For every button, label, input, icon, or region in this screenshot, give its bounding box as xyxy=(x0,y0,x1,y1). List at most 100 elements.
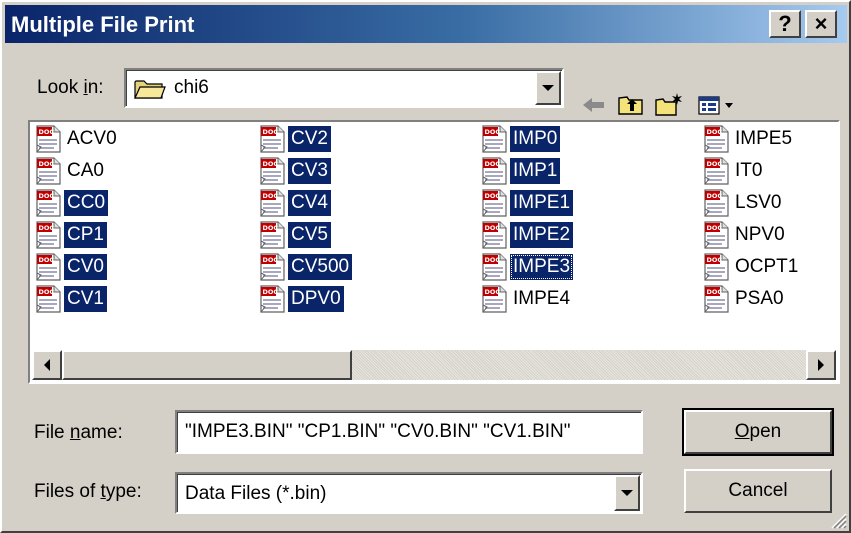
svg-text:DOC: DOC xyxy=(707,224,723,232)
file-type-select[interactable]: Data Files (*.bin) xyxy=(175,472,643,514)
look-in-label-pre: Look xyxy=(37,77,84,98)
doc-file-icon: DOC xyxy=(260,285,285,313)
file-name-value: "IMPE3.BIN" "CP1.BIN" "CV0.BIN" "CV1.BIN… xyxy=(185,421,571,442)
file-item[interactable]: DOC NPV0 xyxy=(702,220,788,250)
svg-text:DOC: DOC xyxy=(707,256,723,264)
back-arrow-icon[interactable] xyxy=(579,90,609,120)
file-item[interactable]: DOC IMPE3 xyxy=(480,252,574,282)
window-title: Multiple File Print xyxy=(11,12,195,37)
file-list[interactable]: DOC ACV0 DOC CA0 DOC CC0 DOC CP1 DOC CV0 DOC CV1 DOC… xyxy=(28,120,840,384)
help-button[interactable]: ? xyxy=(769,10,801,38)
file-item[interactable]: DOC CC0 xyxy=(34,188,109,218)
file-name-label-post: ame: xyxy=(80,422,123,443)
file-item[interactable]: DOC IMPE5 xyxy=(702,124,795,154)
file-name-input[interactable]: "IMPE3.BIN" "CP1.BIN" "CV0.BIN" "CV1.BIN… xyxy=(175,410,643,454)
file-item[interactable]: DOC CV2 xyxy=(258,124,331,154)
svg-text:DOC: DOC xyxy=(707,128,723,136)
close-icon: × xyxy=(814,11,828,36)
doc-file-icon: DOC xyxy=(704,189,729,217)
file-item-label: IMPE1 xyxy=(510,189,574,217)
arrow-right-icon xyxy=(818,359,824,371)
file-item-label: ACV0 xyxy=(67,127,117,149)
file-type-value: Data Files (*.bin) xyxy=(185,483,327,504)
file-item-label: CV3 xyxy=(288,157,331,185)
look-in-folder-name: chi6 xyxy=(174,77,209,98)
doc-file-icon: DOC xyxy=(36,253,61,281)
title-bar[interactable]: Multiple File Print ? × xyxy=(5,5,847,43)
file-item[interactable]: DOC ACV0 xyxy=(34,124,120,154)
doc-file-icon: DOC xyxy=(704,253,729,281)
file-item-label: CV500 xyxy=(288,253,353,281)
look-in-combo[interactable]: chi6 xyxy=(124,68,564,108)
svg-text:DOC: DOC xyxy=(485,160,501,168)
arrow-left-icon xyxy=(44,359,50,371)
svg-text:DOC: DOC xyxy=(39,160,55,168)
doc-file-icon: DOC xyxy=(704,221,729,249)
file-item[interactable]: DOC CV4 xyxy=(258,188,331,218)
file-item-label: CV4 xyxy=(288,189,331,217)
file-name-label-access: n xyxy=(69,422,81,443)
open-button-access: O xyxy=(734,421,750,442)
svg-text:DOC: DOC xyxy=(39,192,55,200)
doc-file-icon: DOC xyxy=(482,125,507,153)
folder-icon xyxy=(134,80,166,99)
doc-file-icon: DOC xyxy=(36,125,61,153)
file-item[interactable]: DOC IMP1 xyxy=(480,156,561,186)
file-item-label: IT0 xyxy=(735,159,763,181)
file-item-label: CP1 xyxy=(64,221,107,249)
file-item[interactable]: DOC CA0 xyxy=(34,156,107,186)
file-item[interactable]: DOC IMPE1 xyxy=(480,188,574,218)
doc-file-icon: DOC xyxy=(482,189,507,217)
doc-file-icon: DOC xyxy=(482,157,507,185)
svg-text:DOC: DOC xyxy=(39,128,55,136)
look-in-dropdown-button[interactable] xyxy=(535,71,561,105)
svg-text:DOC: DOC xyxy=(485,224,501,232)
multiple-file-print-dialog: Multiple File Print ? × Look in: chi6 DO… xyxy=(0,0,851,533)
file-item[interactable]: DOC CV5 xyxy=(258,220,331,250)
open-button-label: pen xyxy=(749,421,782,442)
svg-text:DOC: DOC xyxy=(707,192,723,200)
file-item[interactable]: DOC CV3 xyxy=(258,156,331,186)
file-type-label-post: ype: xyxy=(105,481,142,502)
file-item[interactable]: DOC CV500 xyxy=(258,252,353,282)
open-button[interactable]: Open xyxy=(682,408,834,456)
view-menu-icon[interactable] xyxy=(697,90,737,120)
doc-file-icon: DOC xyxy=(704,285,729,313)
file-item[interactable]: DOC DPV0 xyxy=(258,284,344,314)
up-folder-icon[interactable] xyxy=(616,90,646,120)
resize-grip-icon[interactable] xyxy=(829,511,847,529)
doc-file-icon: DOC xyxy=(260,253,285,281)
file-item-label: IMPE4 xyxy=(513,287,571,309)
file-item-label: IMPE2 xyxy=(510,221,574,249)
new-folder-icon[interactable] xyxy=(654,90,684,120)
file-type-dropdown-button[interactable] xyxy=(614,475,640,511)
file-item[interactable]: DOC OCPT1 xyxy=(702,252,801,282)
doc-file-icon: DOC xyxy=(36,157,61,185)
file-item-label: PSA0 xyxy=(735,287,784,309)
scroll-right-button[interactable] xyxy=(806,350,836,380)
scroll-left-button[interactable] xyxy=(32,350,62,380)
file-item[interactable]: DOC LSV0 xyxy=(702,188,784,218)
file-item[interactable]: DOC IMPE4 xyxy=(480,284,573,314)
close-button[interactable]: × xyxy=(805,10,837,38)
cancel-button[interactable]: Cancel xyxy=(684,469,832,513)
scroll-thumb[interactable] xyxy=(62,350,352,380)
file-item[interactable]: DOC PSA0 xyxy=(702,284,787,314)
doc-file-icon: DOC xyxy=(260,221,285,249)
file-item[interactable]: DOC CV0 xyxy=(34,252,107,282)
file-item[interactable]: DOC CP1 xyxy=(34,220,107,250)
file-item[interactable]: DOC IT0 xyxy=(702,156,765,186)
file-type-label-pre: Files of xyxy=(34,481,101,502)
look-in-label-post: n: xyxy=(87,77,104,98)
file-type-label: Files of type: xyxy=(34,481,142,503)
svg-text:DOC: DOC xyxy=(485,256,501,264)
file-item[interactable]: DOC CV1 xyxy=(34,284,107,314)
file-item-label: CV5 xyxy=(288,221,331,249)
file-item-label: CV2 xyxy=(288,125,331,153)
svg-text:DOC: DOC xyxy=(263,160,279,168)
file-item-label: CC0 xyxy=(64,189,109,217)
file-item[interactable]: DOC IMP0 xyxy=(480,124,561,154)
file-item[interactable]: DOC IMPE2 xyxy=(480,220,574,250)
doc-file-icon: DOC xyxy=(260,189,285,217)
horizontal-scrollbar[interactable] xyxy=(32,350,836,380)
